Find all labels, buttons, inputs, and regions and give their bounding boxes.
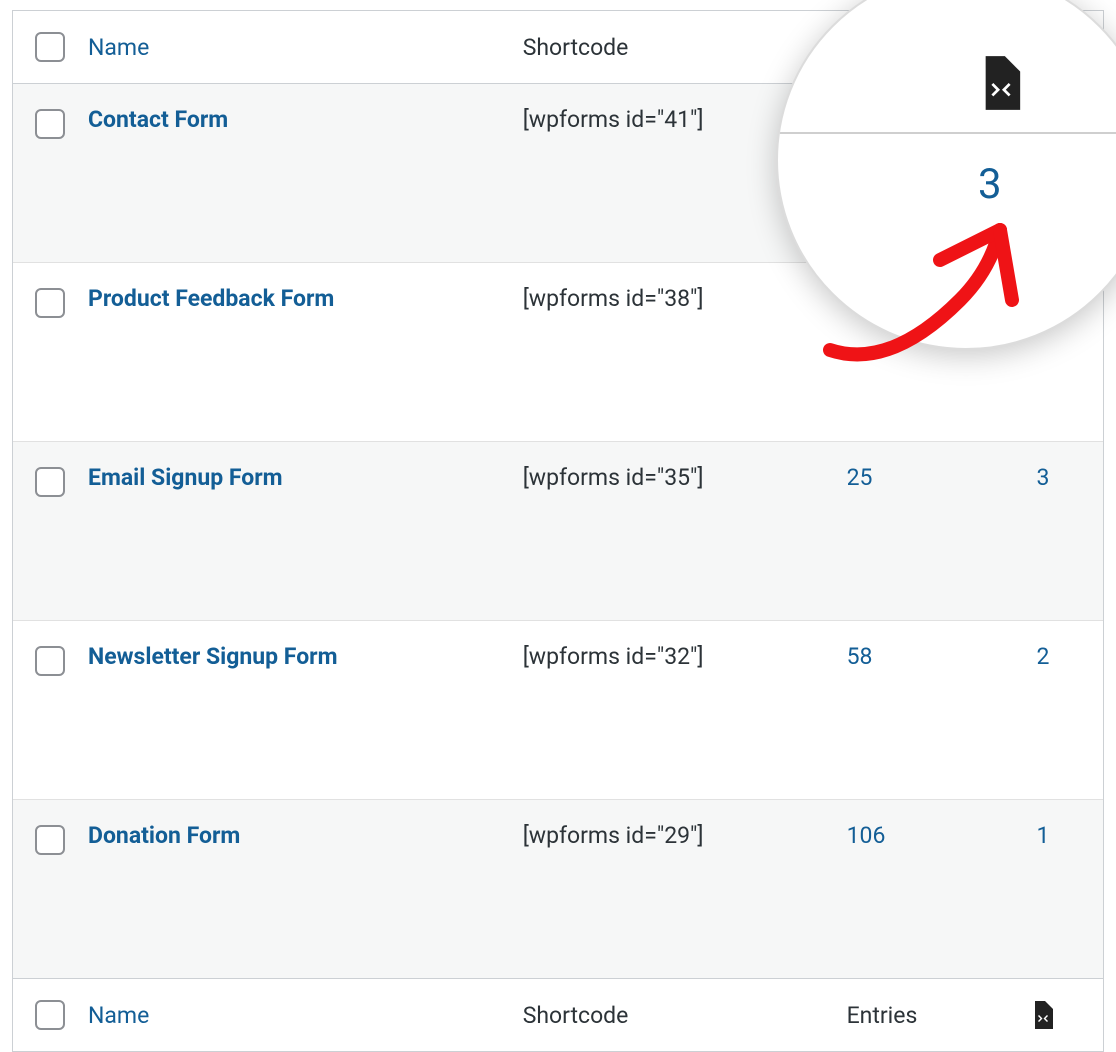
column-name-header[interactable]: Name: [78, 11, 513, 84]
embed-file-icon: [1031, 1001, 1055, 1029]
embed-count-link[interactable]: 1: [1037, 822, 1050, 849]
select-all-checkbox-footer[interactable]: [35, 1000, 65, 1030]
entries-count-link[interactable]: 25: [847, 464, 873, 491]
column-shortcode-label: Shortcode: [523, 34, 629, 61]
row-checkbox[interactable]: [35, 825, 65, 855]
row-checkbox[interactable]: [35, 646, 65, 676]
column-name-label[interactable]: Name: [88, 34, 149, 61]
entries-count-link[interactable]: 106: [847, 822, 886, 849]
row-checkbox[interactable]: [35, 288, 65, 318]
form-name-link[interactable]: Newsletter Signup Form: [88, 643, 338, 670]
table-row: Email Signup Form [wpforms id="35"] 25 3: [13, 442, 1103, 621]
embed-count-link[interactable]: 2: [1037, 643, 1050, 670]
zoom-callout: 3: [776, 0, 1116, 350]
shortcode-text: [wpforms id="29"]: [523, 822, 704, 849]
row-checkbox[interactable]: [35, 467, 65, 497]
shortcode-text: [wpforms id="35"]: [523, 464, 704, 491]
shortcode-text: [wpforms id="41"]: [523, 106, 704, 133]
embed-file-icon: [978, 56, 1024, 114]
form-name-link[interactable]: Email Signup Form: [88, 464, 283, 491]
form-name-link[interactable]: Product Feedback Form: [88, 285, 334, 312]
form-name-link[interactable]: Donation Form: [88, 822, 240, 849]
zoom-embed-count: 3: [978, 160, 1002, 209]
column-shortcode-label-footer: Shortcode: [523, 1002, 629, 1029]
entries-count-link[interactable]: 58: [847, 643, 873, 670]
select-all-header: [13, 11, 78, 84]
table-row: Newsletter Signup Form [wpforms id="32"]…: [13, 621, 1103, 800]
form-name-link[interactable]: Contact Form: [88, 106, 228, 133]
table-row: Donation Form [wpforms id="29"] 106 1: [13, 800, 1103, 979]
column-name-label-footer[interactable]: Name: [88, 1002, 149, 1029]
row-checkbox[interactable]: [35, 109, 65, 139]
table-footer-row: Name Shortcode Entries: [13, 979, 1103, 1052]
select-all-checkbox[interactable]: [35, 32, 65, 62]
shortcode-text: [wpforms id="38"]: [523, 285, 704, 312]
column-entries-label-footer: Entries: [847, 1002, 918, 1029]
shortcode-text: [wpforms id="32"]: [523, 643, 704, 670]
zoom-divider: [778, 132, 1116, 134]
embed-count-link[interactable]: 3: [1037, 464, 1050, 491]
